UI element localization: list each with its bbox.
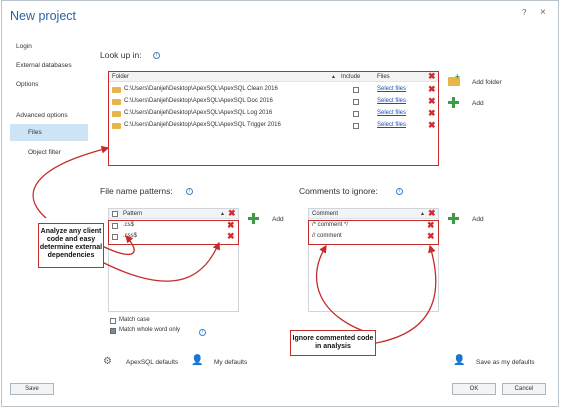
my-defaults-label[interactable]: My defaults: [214, 359, 247, 366]
callout-arrows: [32, 145, 437, 344]
callout-ignore-comments: Ignore commented code in analysis: [290, 330, 376, 356]
user-save-icon[interactable]: 👤: [453, 355, 465, 366]
ok-button[interactable]: OK: [452, 383, 496, 395]
apexsql-defaults-label[interactable]: ApexSQL defaults: [126, 359, 178, 366]
gear-icon[interactable]: ⚙: [103, 356, 112, 367]
save-button[interactable]: Save: [10, 383, 54, 395]
user-gear-icon[interactable]: 👤: [191, 355, 203, 366]
callout-analyze-client-code: Analyze any client code and easy determi…: [38, 223, 104, 268]
save-as-my-defaults-label[interactable]: Save as my defaults: [476, 359, 535, 366]
cancel-button[interactable]: Cancel: [502, 383, 546, 395]
